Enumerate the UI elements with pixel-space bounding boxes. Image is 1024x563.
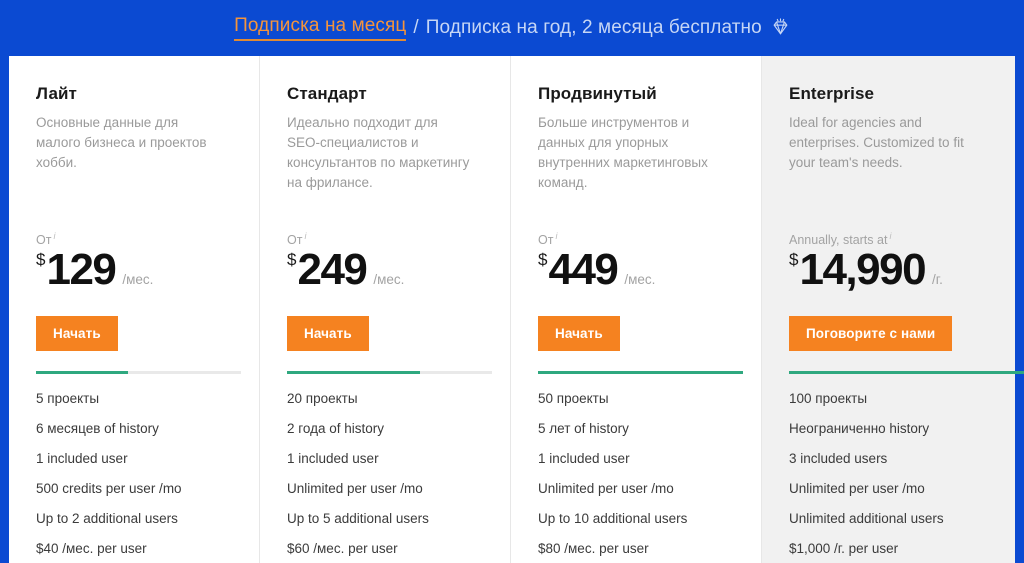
page-left-edge xyxy=(0,0,9,563)
plan-feature-item: 1 included user xyxy=(538,451,630,466)
plan-cta-button[interactable]: Начать xyxy=(287,316,369,351)
plan-description: Больше инструментов и данных для упорных… xyxy=(538,115,708,190)
plan-progress-track xyxy=(538,371,743,374)
plan-progress-fill xyxy=(538,371,743,374)
plan-feature-item: 5 проекты xyxy=(36,391,100,406)
plan-price-line: $ 249 /мес. xyxy=(287,248,497,292)
diamond-icon xyxy=(771,17,790,43)
plan-feature-item: 20 проекты xyxy=(287,391,358,406)
plan-feature-item: 1 included user xyxy=(287,451,379,466)
plan-title: Лайт xyxy=(36,84,77,103)
plan-feature-item: 50 проекты xyxy=(538,391,609,406)
billing-annual-link[interactable]: Подписка на год, 2 месяца бесплатно xyxy=(426,17,762,39)
billing-period-toggle-bar: Подписка на месяц / Подписка на год, 2 м… xyxy=(0,0,1024,56)
plan-feature-item: $40 /мес. per user xyxy=(36,541,147,556)
currency-symbol: $ xyxy=(538,250,548,270)
plan-description: Ideal for agencies and enterprises. Cust… xyxy=(789,115,964,170)
billing-separator: / xyxy=(413,17,419,38)
page-right-edge xyxy=(1015,0,1024,563)
plan-feature-item: Up to 2 additional users xyxy=(36,511,178,526)
plan-price-amount: 129 xyxy=(46,245,116,295)
plan-feature-item: 500 credits per user /mo xyxy=(36,481,182,496)
plan-feature-item: Неограниченно history xyxy=(789,421,930,436)
plan-feature-list: 20 проекты 2 года of history 1 included us… xyxy=(287,384,502,563)
info-icon[interactable]: i xyxy=(304,231,306,241)
plan-price-line: $ 129 /мес. xyxy=(36,248,246,292)
plan-feature-item: 100 проекты xyxy=(789,391,868,406)
plan-price-period: /мес. xyxy=(373,272,405,288)
currency-symbol: $ xyxy=(36,250,46,270)
info-icon[interactable]: i xyxy=(555,231,557,241)
plan-feature-item: Unlimited additional users xyxy=(789,511,944,526)
currency-symbol: $ xyxy=(789,250,799,270)
plan-feature-list: 100 проекты Неограниченно history 3 includ… xyxy=(789,384,1014,563)
plan-price-period: /мес. xyxy=(122,272,154,288)
plan-feature-item: 1 included user xyxy=(36,451,128,466)
plan-price-block: От i $ 449 /мес. xyxy=(538,231,748,292)
pricing-card-advanced: Продвинутый Больше инструментов и данных… xyxy=(511,56,762,563)
plan-price-amount: 249 xyxy=(297,245,367,295)
plan-title: Продвинутый xyxy=(538,84,657,103)
plan-feature-list: 5 проекты 6 месяцев of history 1 included … xyxy=(36,384,251,563)
plan-title: Enterprise xyxy=(789,84,875,103)
plan-progress-track xyxy=(789,371,1015,374)
plan-feature-item: Unlimited per user /mo xyxy=(789,481,925,496)
plan-cta-button[interactable]: Начать xyxy=(36,316,118,351)
plan-feature-item: 6 месяцев of history xyxy=(36,421,159,436)
plan-feature-item: $80 /мес. per user xyxy=(538,541,649,556)
plan-feature-item: Unlimited per user /mo xyxy=(538,481,674,496)
plan-progress-track xyxy=(287,371,492,374)
plan-progress-fill xyxy=(36,371,129,374)
plan-feature-item: 3 included users xyxy=(789,451,888,466)
plan-price-period: /мес. xyxy=(624,272,656,288)
plan-price-block: От i $ 129 /мес. xyxy=(36,231,246,292)
plan-description: Основные данные для малого бизнеса и про… xyxy=(36,115,207,170)
plan-progress-fill xyxy=(789,371,1015,374)
plan-price-amount: 14,990 xyxy=(799,245,926,295)
plan-feature-item: Unlimited per user /mo xyxy=(287,481,423,496)
pricing-card-enterprise: Enterprise Ideal for agencies and enterp… xyxy=(762,56,1015,563)
plan-cta-button[interactable]: Поговорите с нами xyxy=(789,316,953,351)
plan-feature-item: Up to 10 additional users xyxy=(538,511,688,526)
plan-description: Идеально подходит для SEO-специалистов и… xyxy=(287,115,470,190)
info-icon[interactable]: i xyxy=(53,231,55,241)
plan-price-block: Annually, starts at i $ 14,990 /г. xyxy=(789,231,999,292)
plan-price-amount: 449 xyxy=(548,245,618,295)
plan-feature-item: $60 /мес. per user xyxy=(287,541,398,556)
plan-feature-item: 2 года of history xyxy=(287,421,385,436)
pricing-card-standard: Стандарт Идеально подходит для SEO-специ… xyxy=(260,56,511,563)
pricing-card-lite: Лайт Основные данные для малого бизнеса … xyxy=(9,56,260,563)
plan-price-block: От i $ 249 /мес. xyxy=(287,231,497,292)
plan-price-line: $ 449 /мес. xyxy=(538,248,748,292)
pricing-cards-container: Лайт Основные данные для малого бизнеса … xyxy=(9,56,1015,563)
currency-symbol: $ xyxy=(287,250,297,270)
plan-progress-fill xyxy=(287,371,421,374)
plan-price-period: /г. xyxy=(932,272,943,288)
plan-price-line: $ 14,990 /г. xyxy=(789,248,999,292)
billing-monthly-link[interactable]: Подписка на месяц xyxy=(234,15,407,41)
plan-feature-list: 50 проекты 5 лет of history 1 included use… xyxy=(538,384,753,563)
progress-overflow-indicator xyxy=(1000,371,1024,374)
plan-title: Стандарт xyxy=(287,84,367,103)
billing-period-toggle: Подписка на месяц / Подписка на год, 2 м… xyxy=(234,15,790,41)
info-icon[interactable]: i xyxy=(889,231,891,241)
plan-cta-button[interactable]: Начать xyxy=(538,316,620,351)
plan-feature-item: Up to 5 additional users xyxy=(287,511,429,526)
plan-progress-track xyxy=(36,371,241,374)
plan-feature-item: $1,000 /г. per user xyxy=(789,541,899,556)
plan-feature-item: 5 лет of history xyxy=(538,421,629,436)
